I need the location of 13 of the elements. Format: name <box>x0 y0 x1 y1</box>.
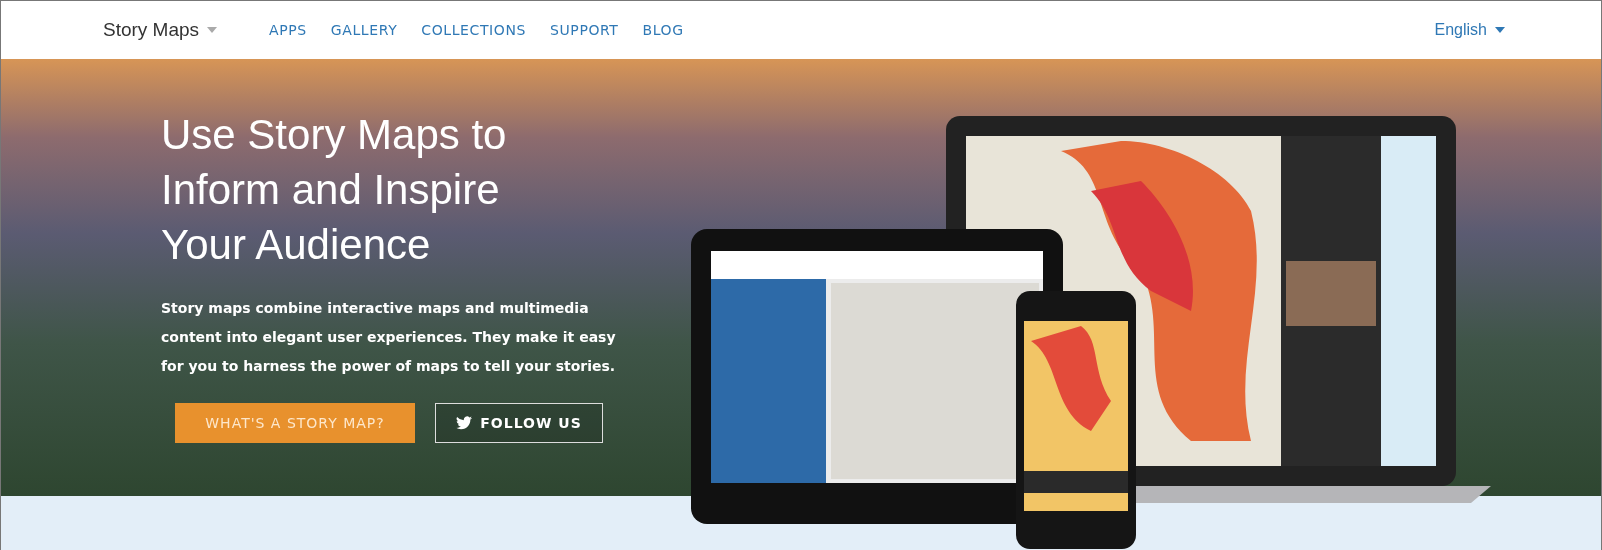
nav-link[interactable]: COLLECTIONS <box>421 22 526 38</box>
caret-icon <box>1495 27 1505 33</box>
language-menu[interactable]: English <box>1434 21 1505 39</box>
caret-icon <box>207 27 218 33</box>
brand-name[interactable]: Story Maps <box>103 19 200 41</box>
hero-title: Use Story Maps to Inform and Inspire Your Audience <box>161 110 508 270</box>
nav-link[interactable]: SUPPORT <box>550 22 619 38</box>
follow-button[interactable]: FOLLOW US <box>435 403 603 443</box>
nav-link[interactable]: GALLERY <box>330 22 398 38</box>
nav-link[interactable]: APPS <box>269 22 307 38</box>
hero-description: Story maps combine interactive maps and multimedia content into elegant user experiences. They make it easy for you to harness the power of maps to tell your stories. <box>161 299 617 376</box>
bird-icon <box>456 416 473 430</box>
nav-link[interactable]: BLOG <box>642 22 684 38</box>
